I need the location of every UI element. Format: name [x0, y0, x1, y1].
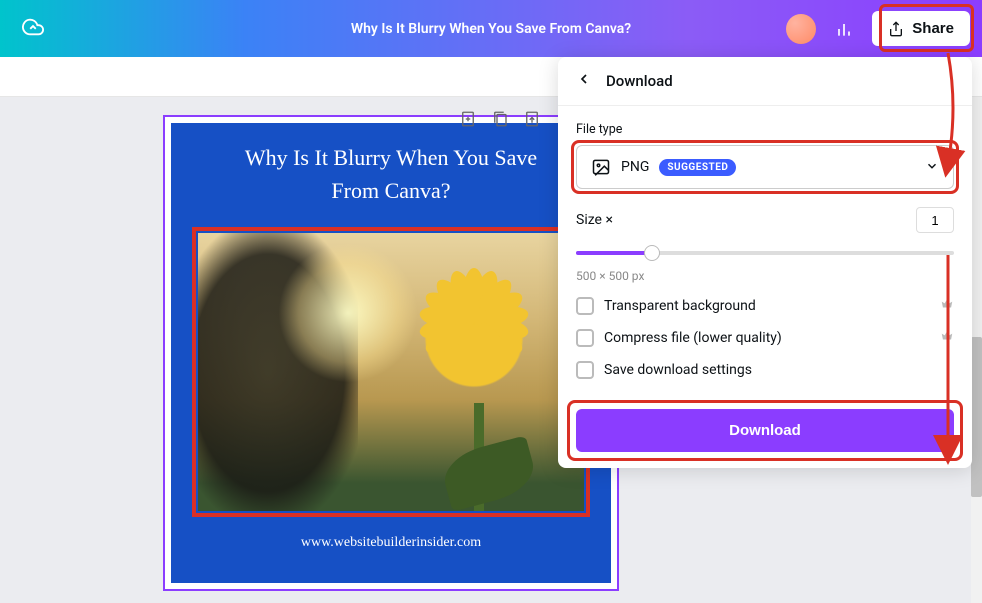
- transparent-label: Transparent background: [604, 298, 930, 314]
- canvas-footer[interactable]: www.websitebuilderinsider.com: [301, 535, 481, 551]
- analytics-button[interactable]: [826, 11, 862, 47]
- download-button-wrap: Download: [576, 409, 954, 452]
- top-right-controls: Share: [786, 11, 970, 47]
- document-title[interactable]: Why Is It Blurry When You Save From Canv…: [351, 21, 631, 37]
- download-button[interactable]: Download: [576, 409, 954, 452]
- dimensions-text: 500 × 500 px: [576, 269, 954, 283]
- file-type-label: File type: [576, 122, 954, 137]
- file-type-select[interactable]: PNG SUGGESTED: [576, 145, 954, 189]
- download-panel: Download File type PNG SUGGESTED Size × …: [558, 57, 972, 468]
- save-settings-label: Save download settings: [604, 362, 954, 378]
- panel-title: Download: [606, 72, 673, 90]
- cloud-save-icon[interactable]: [22, 16, 44, 42]
- transparent-checkbox[interactable]: [576, 297, 594, 315]
- canvas-title[interactable]: Why Is It Blurry When You Save From Canv…: [245, 141, 537, 207]
- suggested-badge: SUGGESTED: [659, 159, 736, 176]
- panel-body: File type PNG SUGGESTED Size × 500 × 500…: [558, 106, 972, 468]
- size-row: Size ×: [576, 207, 954, 233]
- sunflower-image[interactable]: [198, 233, 584, 511]
- avatar[interactable]: [786, 14, 816, 44]
- save-settings-checkbox[interactable]: [576, 361, 594, 379]
- crown-icon: [940, 329, 954, 347]
- page-tools: [458, 109, 542, 129]
- crown-icon: [940, 297, 954, 315]
- share-button[interactable]: Share: [872, 11, 970, 46]
- scrollbar[interactable]: [971, 97, 982, 603]
- duplicate-page-icon[interactable]: [490, 109, 510, 129]
- compress-option[interactable]: Compress file (lower quality): [576, 329, 954, 347]
- add-page-icon[interactable]: [458, 109, 478, 129]
- transparent-option[interactable]: Transparent background: [576, 297, 954, 315]
- top-bar: Why Is It Blurry When You Save From Canv…: [0, 0, 982, 57]
- size-input[interactable]: [916, 207, 954, 233]
- image-file-icon: [591, 157, 611, 177]
- design-canvas[interactable]: Why Is It Blurry When You Save From Canv…: [171, 123, 611, 583]
- annotation-image-highlight: [192, 227, 590, 517]
- canvas-wrapper[interactable]: Why Is It Blurry When You Save From Canv…: [163, 115, 619, 591]
- slider-thumb[interactable]: [644, 245, 660, 261]
- scroll-thumb[interactable]: [971, 337, 982, 497]
- upload-icon[interactable]: [522, 109, 542, 129]
- share-button-label: Share: [912, 20, 954, 37]
- panel-header: Download: [558, 57, 972, 106]
- size-slider[interactable]: [576, 243, 954, 263]
- chevron-down-icon: [925, 158, 939, 177]
- compress-label: Compress file (lower quality): [604, 330, 930, 346]
- file-type-value: PNG: [621, 159, 649, 175]
- save-settings-option[interactable]: Save download settings: [576, 361, 954, 379]
- size-label: Size ×: [576, 212, 613, 228]
- compress-checkbox[interactable]: [576, 329, 594, 347]
- back-icon[interactable]: [576, 71, 592, 91]
